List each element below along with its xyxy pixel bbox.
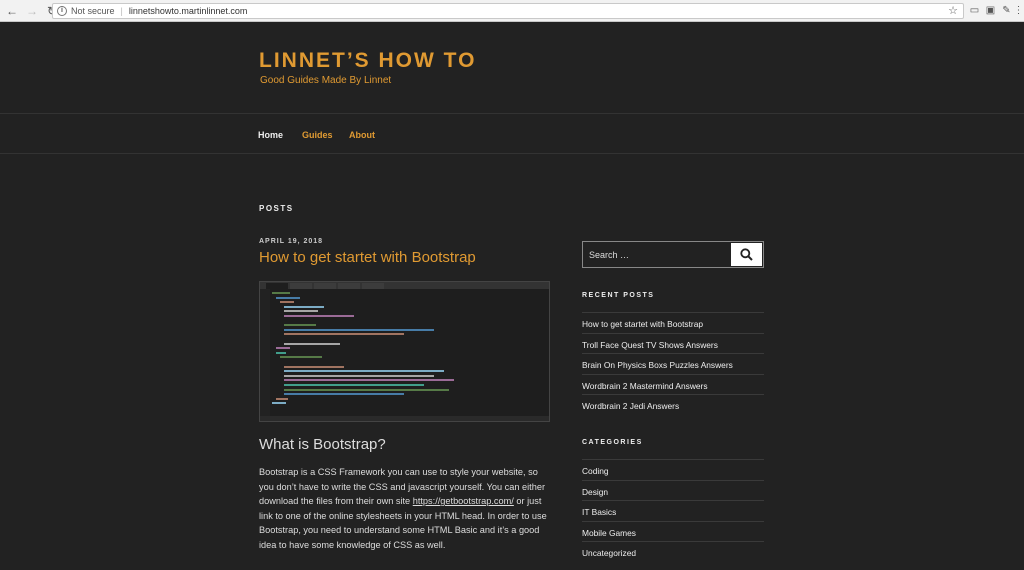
code-line [284,315,354,317]
code-line [284,305,324,308]
category-item[interactable]: Mobile Games [582,520,764,542]
extension-icon[interactable]: ▣ [984,4,997,17]
bootstrap-link[interactable]: https://getbootstrap.com/ [413,496,514,506]
category-item[interactable]: Coding [582,459,764,480]
code-line [280,356,322,359]
code-line [284,393,404,396]
code-line [280,301,294,304]
code-line [272,402,286,405]
star-icon[interactable]: ☆ [948,4,958,17]
code-line [284,384,424,386]
editor-tab [314,283,336,289]
code-line [284,328,434,331]
editor-status-bar [260,416,549,421]
code-line [284,310,318,313]
editor-gutter [260,289,270,417]
cast-icon[interactable]: ▭ [968,4,981,17]
categories-list: Coding Design IT Basics Mobile Games Unc… [582,459,764,562]
site-description: Good Guides Made By Linnet [260,75,392,86]
code-line [272,292,290,294]
nav-item-guides[interactable]: Guides [302,130,333,140]
category-item[interactable]: IT Basics [582,500,764,521]
search-button[interactable] [731,243,762,266]
forward-icon[interactable]: → [24,3,40,19]
post-section-heading: What is Bootstrap? [259,436,386,453]
code-line [276,347,290,350]
post-title[interactable]: How to get startet with Bootstrap [259,249,476,266]
editor-tab [362,283,384,289]
editor-tab-bar [260,282,549,289]
omnibox-divider: | [120,6,123,16]
code-line [284,370,444,373]
site-title[interactable]: LINNET’S HOW TO [259,49,476,73]
search-icon [740,248,753,261]
address-bar[interactable]: i Not secure | linnetshowto.martinlinnet… [52,3,964,19]
url-text[interactable]: linnetshowto.martinlinnet.com [129,6,248,16]
code-line [284,374,434,377]
security-label: Not secure [71,6,115,16]
nav-item-about[interactable]: About [349,130,375,140]
recent-posts-list: How to get startet with Bootstrap Troll … [582,312,764,415]
code-line [284,365,344,368]
posts-heading: POSTS [259,204,294,213]
recent-post-item[interactable]: Brain On Physics Boxs Puzzles Answers [582,353,764,374]
recent-posts-title: RECENT POSTS [582,292,655,299]
code-line [284,333,404,336]
editor-tab [290,283,312,289]
code-line [284,379,454,382]
editor-tab [338,283,360,289]
main-navigation: Home Guides About [0,113,1024,154]
code-line [276,397,288,400]
code-line [276,296,300,299]
code-line [284,388,449,391]
site-header: LINNET’S HOW TO Good Guides Made By Linn… [0,23,1024,113]
post-body: Bootstrap is a CSS Framework you can use… [259,465,549,552]
code-line [276,351,286,354]
search-form: Search … [582,241,764,268]
recent-post-item[interactable]: Troll Face Quest TV Shows Answers [582,332,764,354]
category-item[interactable]: Uncategorized [582,541,764,562]
menu-icon[interactable]: ⋮ [1012,4,1024,17]
nav-item-home[interactable]: Home [258,130,283,140]
back-icon[interactable]: ← [4,3,20,19]
browser-toolbar: ← → ↻ i Not secure | linnetshowto.martin… [0,0,1024,22]
post-date[interactable]: APRIL 19, 2018 [259,238,323,245]
search-input[interactable]: Search … [589,250,629,260]
info-icon[interactable]: i [57,6,67,16]
recent-post-item[interactable]: Wordbrain 2 Mastermind Answers [582,373,764,395]
code-line [284,324,316,327]
post-featured-image[interactable] [259,281,550,422]
recent-post-item[interactable]: Wordbrain 2 Jedi Answers [582,394,764,415]
recent-post-item[interactable]: How to get startet with Bootstrap [582,312,764,333]
code-line [284,342,340,345]
category-item[interactable]: Design [582,479,764,501]
categories-title: CATEGORIES [582,439,643,446]
